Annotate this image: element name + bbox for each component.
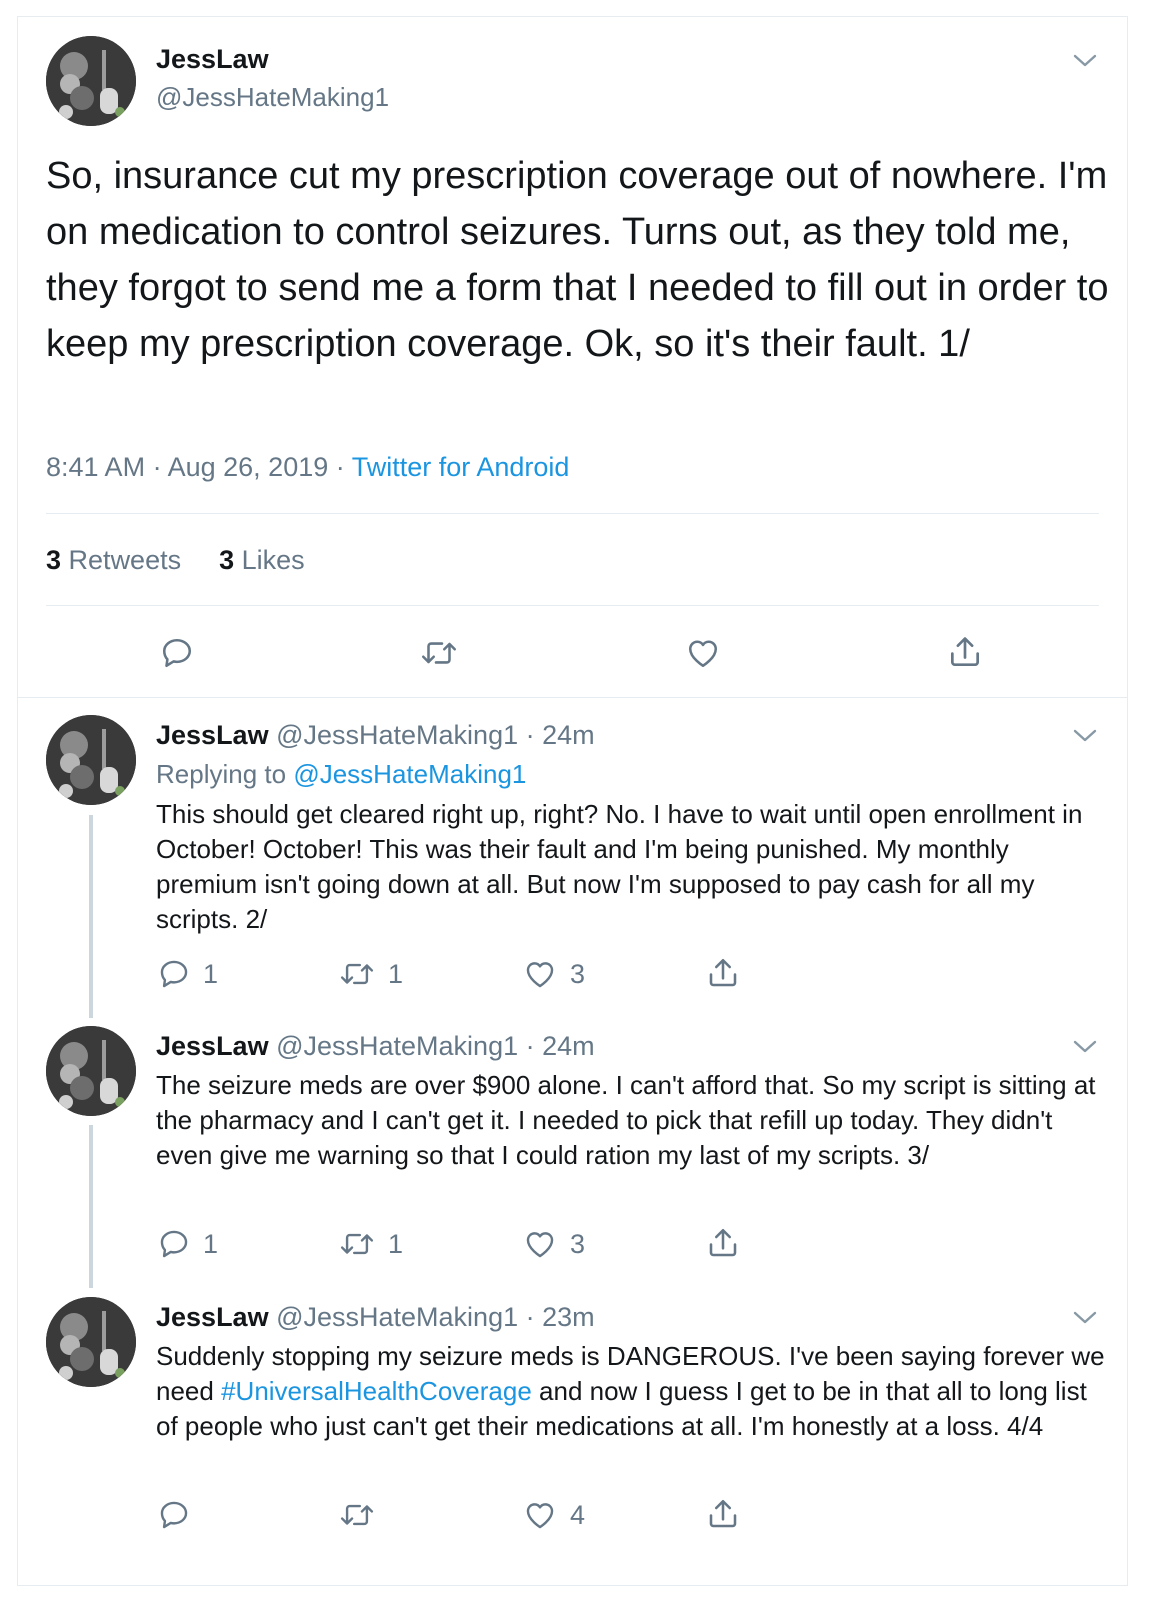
retweet-button[interactable]	[338, 1498, 376, 1532]
reply-button[interactable]: 1	[157, 1227, 218, 1261]
likes-count: 3	[219, 545, 235, 575]
tweet-age[interactable]: 24m	[542, 1031, 595, 1061]
reply-button[interactable]	[157, 1498, 191, 1532]
user-handle[interactable]: @JessHateMaking1	[276, 1302, 518, 1332]
tweet-text: So, insurance cut my prescription covera…	[46, 155, 1109, 365]
reply-button[interactable]	[159, 635, 195, 671]
likes-label: Likes	[241, 545, 305, 575]
share-icon	[709, 1499, 737, 1528]
meta-separator: ·	[335, 452, 345, 482]
user-handle[interactable]: @JessHateMaking1	[276, 1031, 518, 1061]
tweet-separator	[17, 697, 1128, 698]
display-name[interactable]: JessLaw	[156, 720, 269, 750]
replying-to-link[interactable]: @JessHateMaking1	[293, 759, 526, 789]
header-separator: ·	[525, 720, 535, 750]
like-icon	[526, 1232, 554, 1258]
share-button[interactable]	[705, 955, 741, 991]
retweet-icon	[340, 1504, 374, 1526]
header-separator: ·	[525, 1031, 535, 1061]
retweet-button[interactable]: 1	[338, 957, 403, 991]
tweet-age[interactable]: 23m	[542, 1302, 595, 1332]
share-button[interactable]	[705, 1225, 741, 1261]
chevron-down-icon[interactable]	[1072, 727, 1098, 745]
like-button[interactable]: 3	[522, 957, 585, 991]
retweet-icon	[340, 963, 374, 985]
tweet-text: The seizure meds are over $900 alone. I …	[156, 1070, 1096, 1170]
like-icon	[526, 962, 554, 988]
hashtag-link[interactable]: #UniversalHealthCoverage	[221, 1376, 532, 1406]
reply-header: JessLaw @JessHateMaking1 · 23m	[156, 1302, 595, 1333]
tweet-stats: 3 Retweets 3 Likes	[46, 545, 305, 576]
frame-top-border	[17, 16, 1128, 17]
like-icon	[526, 1503, 554, 1529]
reply-header: JessLaw @JessHateMaking1 · 24m	[156, 1031, 595, 1062]
likes-stat[interactable]: 3 Likes	[219, 545, 305, 575]
tweet-text: This should get cleared right up, right?…	[156, 799, 1083, 934]
reply-icon	[160, 960, 188, 988]
display-name[interactable]: JessLaw	[156, 1031, 269, 1061]
like-icon	[688, 640, 718, 668]
user-handle[interactable]: @JessHateMaking1	[156, 82, 389, 113]
reply-icon	[160, 1501, 188, 1529]
share-icon	[950, 637, 980, 667]
frame-right-border	[1127, 16, 1128, 1586]
retweet-icon	[421, 642, 457, 664]
reply-icon	[160, 1230, 188, 1258]
retweet-count: 1	[388, 1228, 404, 1259]
reply-count: 1	[203, 1228, 219, 1259]
share-icon	[709, 1228, 737, 1257]
tweet-source-link[interactable]: Twitter for Android	[352, 452, 570, 482]
chevron-down-icon[interactable]	[1072, 1038, 1098, 1056]
tweet-text: Suddenly stopping my seizure meds is DAN…	[156, 1339, 1106, 1444]
thread-line	[89, 1125, 93, 1288]
display-name[interactable]: JessLaw	[156, 44, 269, 75]
reply-header: JessLaw @JessHateMaking1 · 24m	[156, 720, 595, 751]
like-count: 3	[570, 1228, 586, 1259]
meta-separator: ·	[152, 452, 162, 482]
frame-bottom-border	[17, 1585, 1128, 1586]
retweet-button[interactable]	[419, 635, 459, 671]
share-button[interactable]	[705, 1496, 741, 1532]
avatar[interactable]	[46, 36, 136, 126]
reply-button[interactable]: 1	[157, 957, 218, 991]
like-button[interactable]: 3	[522, 1227, 585, 1261]
divider	[46, 605, 1099, 606]
tweet-time[interactable]: 8:41 AM	[46, 452, 145, 482]
like-button[interactable]	[684, 635, 722, 671]
replying-to-prefix: Replying to	[156, 759, 287, 789]
frame-left-border	[17, 16, 18, 1586]
avatar[interactable]	[46, 1297, 136, 1387]
reply-count: 1	[203, 958, 219, 989]
tweet-meta: 8:41 AM · Aug 26, 2019 · Twitter for And…	[46, 452, 569, 483]
like-button[interactable]: 4	[522, 1498, 585, 1532]
retweet-button[interactable]: 1	[338, 1227, 403, 1261]
avatar[interactable]	[46, 715, 136, 805]
tweet-age[interactable]: 24m	[542, 720, 595, 750]
retweets-count: 3	[46, 545, 62, 575]
replying-to: Replying to @JessHateMaking1	[156, 759, 526, 790]
tweet-date[interactable]: Aug 26, 2019	[168, 452, 329, 482]
like-count: 3	[570, 958, 586, 989]
retweet-count: 1	[388, 958, 404, 989]
share-icon	[709, 958, 737, 987]
thread-line	[89, 815, 93, 1018]
retweet-icon	[340, 1233, 374, 1255]
reply-icon	[162, 638, 192, 668]
user-handle[interactable]: @JessHateMaking1	[276, 720, 518, 750]
like-count: 4	[570, 1499, 586, 1530]
retweets-stat[interactable]: 3 Retweets	[46, 545, 181, 575]
header-separator: ·	[525, 1302, 535, 1332]
retweets-label: Retweets	[68, 545, 182, 575]
display-name[interactable]: JessLaw	[156, 1302, 269, 1332]
chevron-down-icon[interactable]	[1072, 1309, 1098, 1327]
avatar[interactable]	[46, 1026, 136, 1116]
chevron-down-icon[interactable]	[1072, 52, 1098, 70]
divider	[46, 513, 1099, 514]
share-button[interactable]	[945, 633, 985, 671]
